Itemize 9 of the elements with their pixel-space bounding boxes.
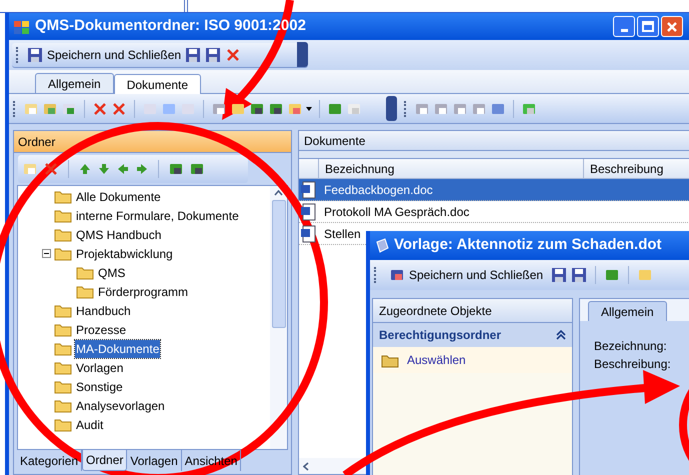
panel-title: Ordner (18, 134, 56, 150)
field-label: Bezeichnung: (594, 338, 668, 355)
panel-title: Dokumente (304, 132, 366, 150)
table-cell: Protokoll MA Gespräch.doc (324, 204, 470, 218)
table-cell: Feedbackbogen.doc (324, 182, 433, 196)
field-label: Beschreibung: (594, 356, 672, 373)
panel-title: Zugeordnete Objekte (379, 302, 492, 320)
window-title: Vorlage: Aktennotiz zum Schaden.dot (394, 235, 662, 256)
table-cell: Stellen (324, 226, 361, 240)
